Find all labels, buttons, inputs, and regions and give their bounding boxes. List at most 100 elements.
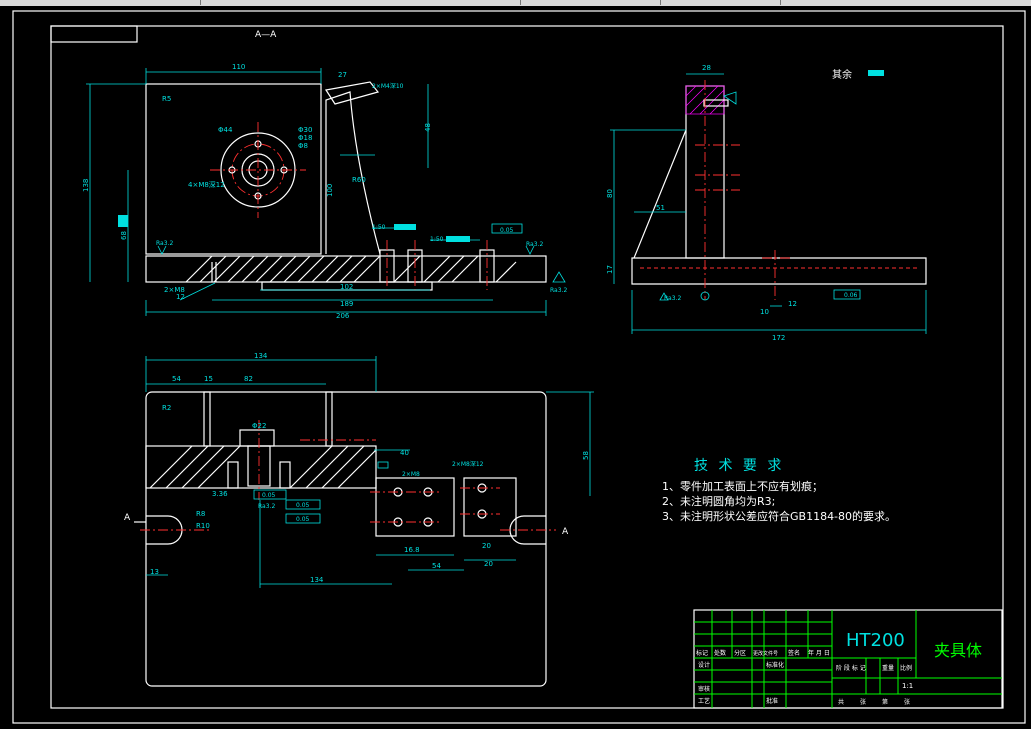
- title-cell-label: 设计: [698, 661, 710, 669]
- top-clamp-block-right: [463, 477, 517, 537]
- tech-item: 2、未注明圆角均为R3;: [662, 494, 775, 508]
- dim-label: 12: [788, 300, 797, 308]
- dim-label: 17: [606, 265, 614, 274]
- dim-label: 54: [172, 375, 181, 383]
- dim-label: 20: [482, 542, 491, 550]
- dim-label: R2: [162, 404, 171, 412]
- toolbar-segment[interactable]: [660, 0, 781, 5]
- dim-label: 0.05: [296, 516, 310, 523]
- dim-label: 2×M4深10: [372, 82, 404, 90]
- title-cell-label: 重量: [882, 664, 894, 672]
- title-cell-label: 比例: [900, 664, 912, 672]
- dim-label: 102: [340, 283, 353, 291]
- dim-label: R5: [162, 95, 171, 103]
- dim-label: 110: [232, 63, 245, 71]
- material-label: HT200: [846, 630, 905, 651]
- title-block: HT200 夹具体 1:1 标记 处数 分区 更改文件号 签名 年 月 日 设计…: [693, 609, 1003, 709]
- title-cell-label: 阶 段 标 记: [836, 664, 866, 672]
- dim-label: 172: [772, 334, 785, 342]
- dim-label: 20: [484, 560, 493, 568]
- dim-label: 13: [150, 568, 159, 576]
- dim-label: 12: [176, 293, 185, 301]
- dim-label: 1:50: [372, 224, 386, 231]
- dim-label: Ra3.2: [550, 287, 567, 294]
- technical-requirements: 技 术 要 求 1、零件加工表面上不应有划痕； 2、未注明圆角均为R3; 3、未…: [662, 458, 896, 523]
- dim-label: 3.36: [212, 490, 228, 498]
- dim-label: 134: [254, 352, 268, 360]
- dim-label: 82: [244, 375, 253, 383]
- dim-label: 1:50: [430, 236, 444, 243]
- dim-label: 48: [424, 123, 432, 132]
- dim-label: 68: [120, 231, 128, 240]
- front-base-hatch: [185, 255, 517, 283]
- section-marker-right: A: [562, 527, 569, 537]
- side-view: 其余 28 80 51 17 172 10 12 0.06 Ra3.2: [606, 64, 927, 342]
- dim-label: Ra3.2: [156, 240, 173, 247]
- dim-label: 15: [204, 375, 213, 383]
- dim-label: 206: [336, 312, 350, 320]
- dim-label: 80: [606, 189, 614, 198]
- drawing-canvas[interactable]: A—A 110 R5 27 2×M4深10 48 Φ44 Φ30 Φ18 Φ8 …: [0, 6, 1031, 729]
- title-cell-label: 共: [838, 698, 844, 706]
- dim-label: 138: [82, 179, 90, 192]
- dim-label: Φ30: [298, 126, 312, 134]
- dim-label: 0.06: [844, 292, 858, 299]
- title-cell-label: 张: [904, 698, 910, 706]
- dim-label: 16.8: [404, 546, 420, 554]
- dim-label: 2×M8深12: [452, 460, 484, 468]
- title-cell-label: 更改文件号: [753, 650, 778, 657]
- dim-label: 2×M8: [402, 471, 420, 478]
- title-cell-label: 标准化: [766, 661, 784, 669]
- dim-label: 134: [310, 576, 324, 584]
- dim-label: Ra3.2: [526, 241, 543, 248]
- section-marker-left: A: [124, 513, 131, 523]
- toolbar-segment[interactable]: [520, 0, 661, 5]
- front-bolt-circle: [231, 143, 285, 197]
- side-rib: [633, 129, 687, 259]
- tech-heading: 技 术 要 求: [694, 458, 784, 474]
- sheet-outer-border: [12, 10, 1026, 724]
- dim-label: 100: [326, 184, 334, 197]
- dim-label: Φ44: [218, 126, 233, 134]
- sheet-inner-border: [50, 25, 1004, 709]
- engineering-drawing: A—A 110 R5 27 2×M4深10 48 Φ44 Φ30 Φ18 Φ8 …: [12, 10, 1026, 724]
- title-cell-label: 签名: [788, 649, 800, 657]
- dim-label: Φ8: [298, 142, 308, 150]
- title-cell-label: 工艺: [698, 697, 710, 705]
- part-name-label: 夹具体: [934, 641, 982, 660]
- dim-label: 0.05: [500, 227, 514, 234]
- title-cell-label: 分区: [734, 649, 746, 657]
- title-cell-label: 审核: [698, 685, 710, 693]
- dim-label: Φ18: [298, 134, 312, 142]
- title-cell-label: 批准: [766, 697, 778, 705]
- front-base-plate: [145, 255, 547, 283]
- dim-label: R8: [196, 510, 205, 518]
- dim-label: Ra3.2: [258, 503, 275, 510]
- tech-item: 1、零件加工表面上不应有划痕；: [662, 479, 823, 493]
- title-cell-label: 第: [882, 698, 888, 706]
- scale-label: 1:1: [902, 682, 913, 690]
- dim-label: 4×M8深12: [188, 180, 225, 189]
- dim-label: 27: [338, 71, 347, 79]
- section-title: A—A: [255, 30, 277, 40]
- dim-label: 10: [760, 308, 769, 316]
- dim-label: Ra3.2: [664, 295, 681, 302]
- title-cell-label: 标记: [696, 649, 708, 657]
- top-view: A A 134 54 15 82 R2 Φ22 40 2×M8 2×M8深12 …: [124, 352, 594, 687]
- title-cell-label: 年 月 日: [808, 649, 830, 657]
- dim-label: R60: [352, 176, 366, 184]
- dim-label: R10: [196, 522, 210, 530]
- dim-label: 0.05: [262, 492, 276, 499]
- dim-label: 51: [656, 204, 665, 212]
- drawing-number-box: [50, 25, 138, 43]
- toolbar-segment[interactable]: [200, 0, 521, 5]
- front-view: 110 R5 27 2×M4深10 48 Φ44 Φ30 Φ18 Φ8 4×M8…: [82, 63, 567, 320]
- dim-label: 0.05: [296, 502, 310, 509]
- dim-label: 54: [432, 562, 441, 570]
- dim-label: 28: [702, 64, 711, 72]
- front-top-bracket: [325, 81, 380, 105]
- toolbar-segment[interactable]: [0, 0, 201, 5]
- dim-label: Φ22: [252, 422, 266, 430]
- dim-label: 58: [582, 451, 590, 460]
- title-cell-label: 张: [860, 698, 866, 706]
